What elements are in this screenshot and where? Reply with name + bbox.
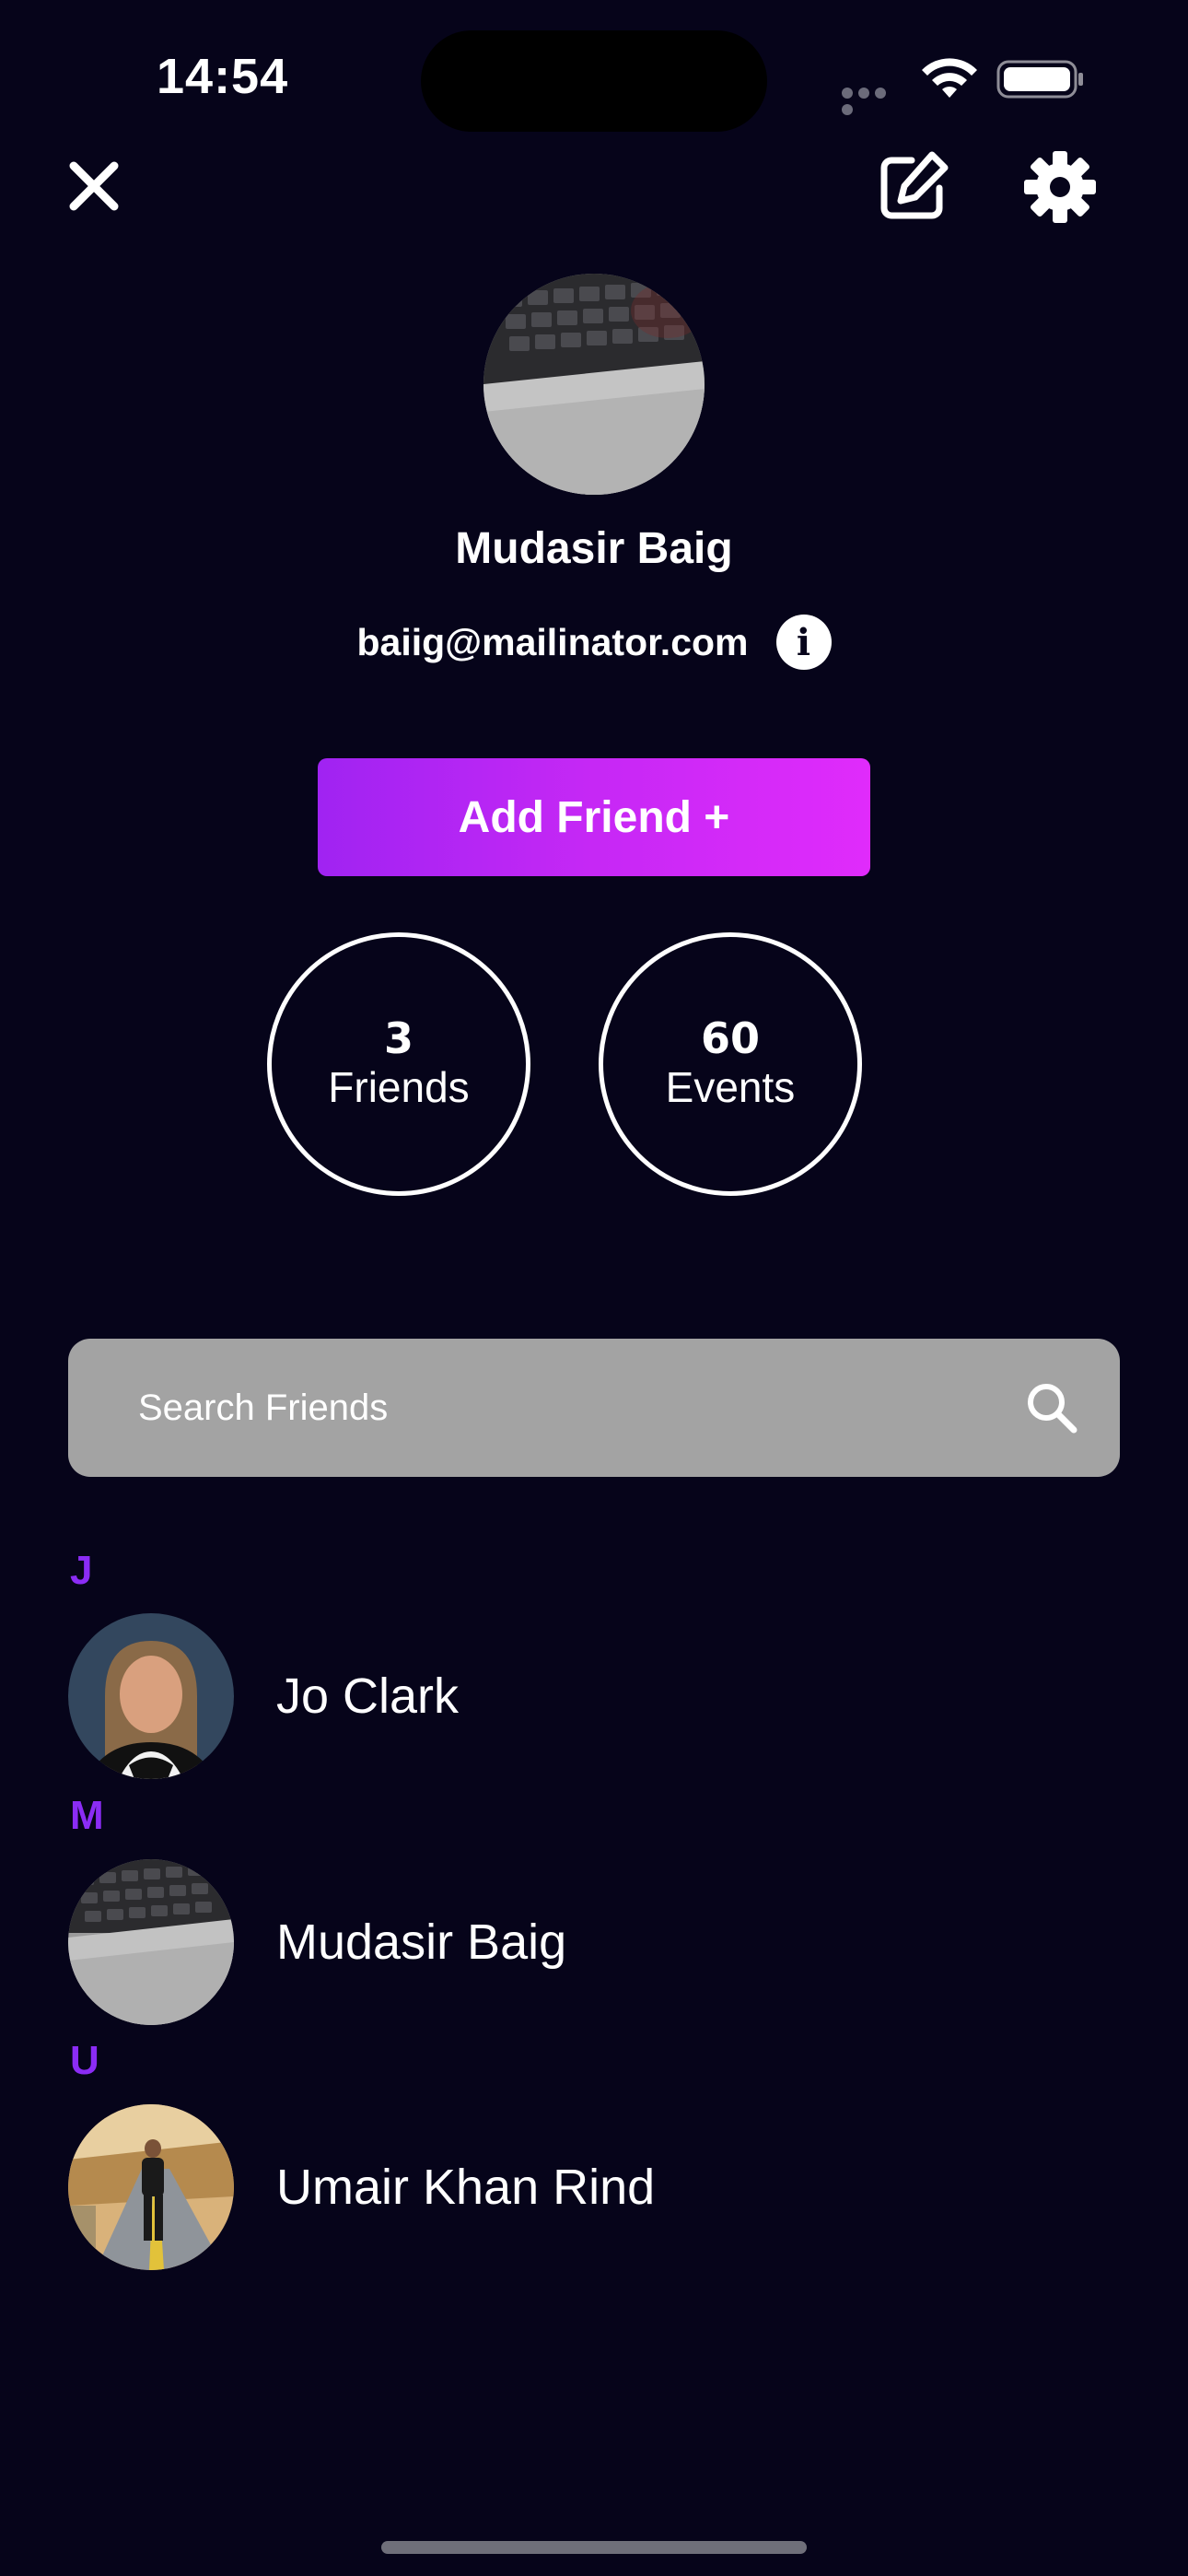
status-time: 14:54 <box>157 49 289 104</box>
close-icon[interactable] <box>64 157 123 216</box>
friend-row-mudasir-baig[interactable]: Mudasir Baig <box>68 1858 1120 2026</box>
avatar <box>68 1613 234 1779</box>
profile-email: baiig@mailinator.com <box>356 620 749 663</box>
friend-name: Jo Clark <box>276 1669 460 1724</box>
add-friend-button[interactable]: Add Friend + <box>318 758 870 876</box>
wifi-icon <box>922 58 977 98</box>
friend-row-umair-khan-rind[interactable]: Umair Khan Rind <box>68 2103 1120 2271</box>
friend-row-jo-clark[interactable]: Jo Clark <box>68 1612 1120 1780</box>
home-indicator <box>381 2541 807 2554</box>
dynamic-island <box>421 30 767 132</box>
info-icon[interactable]: i <box>775 615 832 670</box>
profile-name: Mudasir Baig <box>455 524 733 573</box>
friend-name: Mudasir Baig <box>276 1914 567 1970</box>
search-icon[interactable] <box>1022 1378 1081 1437</box>
section-letter-m: M <box>70 1793 104 1838</box>
edit-icon[interactable] <box>875 147 952 225</box>
profile-avatar[interactable] <box>483 274 705 495</box>
avatar <box>68 1859 234 2025</box>
gear-icon[interactable] <box>1020 147 1100 227</box>
events-stat[interactable]: 60 Events <box>599 932 862 1196</box>
friend-name: Umair Khan Rind <box>276 2160 656 2215</box>
friends-stat[interactable]: 3 Friends <box>267 932 530 1196</box>
avatar <box>68 2104 234 2270</box>
friends-count: 3 <box>383 1013 413 1064</box>
section-letter-j: J <box>70 1548 93 1593</box>
friends-label: Friends <box>328 1062 470 1111</box>
cellular-signal-icon <box>842 87 906 115</box>
events-label: Events <box>665 1062 796 1111</box>
search-bar[interactable] <box>68 1339 1120 1477</box>
events-count: 60 <box>700 1013 760 1064</box>
section-letter-u: U <box>70 2038 99 2083</box>
battery-icon <box>996 60 1083 99</box>
email-row: baiig@mailinator.com i <box>0 613 1188 672</box>
search-input[interactable] <box>136 1386 1022 1430</box>
